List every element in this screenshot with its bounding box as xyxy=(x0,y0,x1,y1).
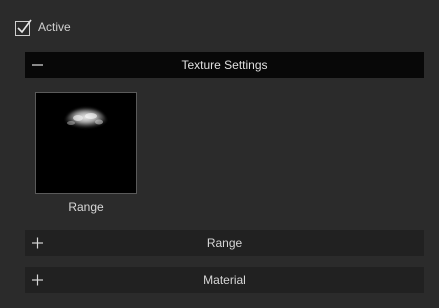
section-title-texture-settings: Texture Settings xyxy=(181,58,268,72)
plus-icon xyxy=(32,274,43,286)
plus-icon xyxy=(32,237,43,249)
expand-toggle[interactable] xyxy=(31,230,45,256)
expand-toggle[interactable] xyxy=(31,267,45,293)
texture-preview-image xyxy=(64,108,108,129)
active-checkbox[interactable] xyxy=(15,19,32,36)
collapse-toggle[interactable] xyxy=(31,52,45,78)
texture-slot-label: Range xyxy=(68,200,104,214)
active-checkbox-row[interactable]: Active xyxy=(15,17,71,37)
section-header-material[interactable]: Material xyxy=(25,267,424,293)
section-header-range[interactable]: Range xyxy=(25,230,424,256)
check-icon xyxy=(15,19,32,36)
section-title-material: Material xyxy=(203,273,246,287)
active-label: Active xyxy=(38,20,71,34)
section-title-range: Range xyxy=(206,236,243,250)
section-header-texture-settings[interactable]: Texture Settings xyxy=(25,52,424,78)
minus-icon xyxy=(32,64,43,66)
texture-thumbnail[interactable] xyxy=(35,92,137,194)
